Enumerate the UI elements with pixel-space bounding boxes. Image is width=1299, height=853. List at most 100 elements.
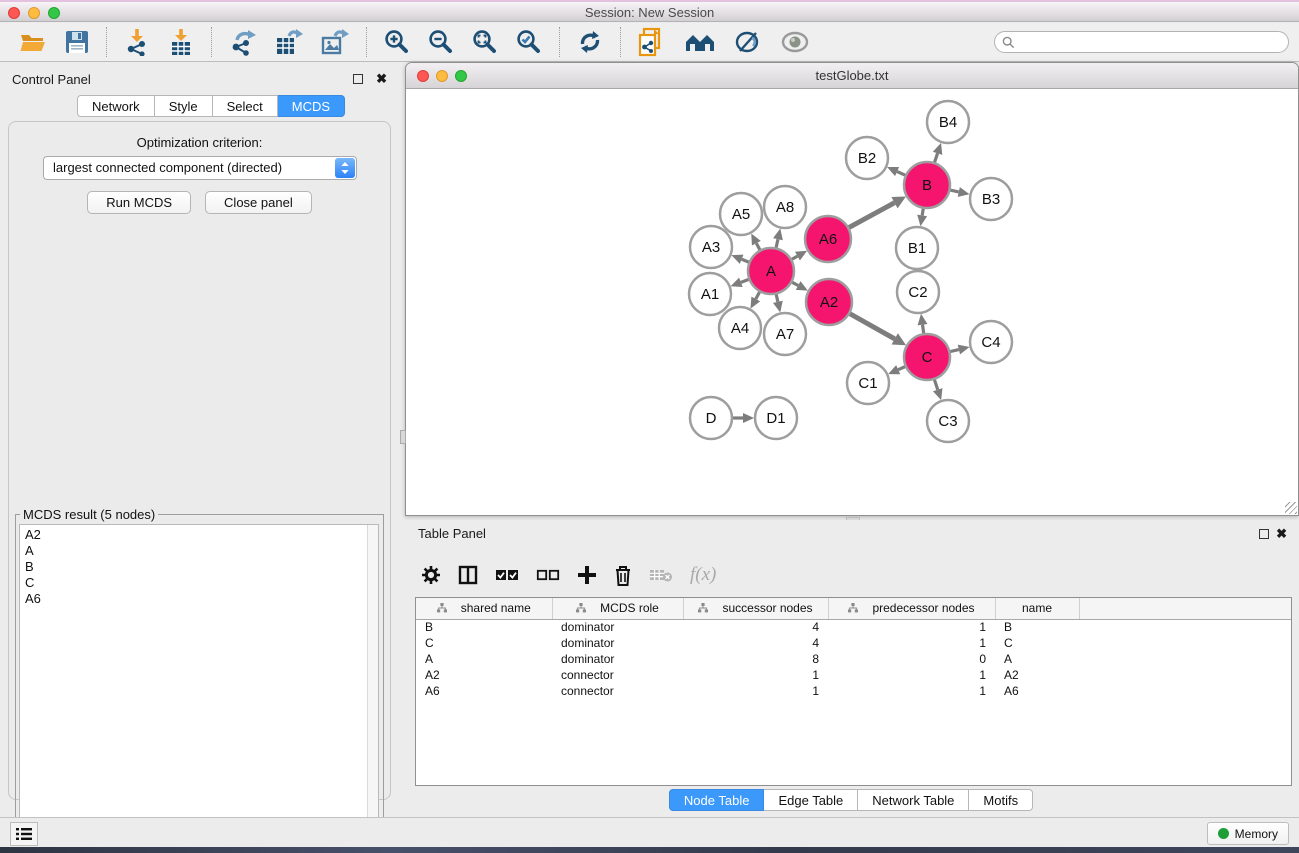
memory-button[interactable]: Memory	[1207, 822, 1289, 845]
open-file-icon[interactable]	[10, 25, 56, 59]
search-field[interactable]	[994, 31, 1289, 53]
first-neighbors-icon[interactable]	[675, 25, 725, 59]
result-item[interactable]: A6	[25, 591, 378, 607]
close-panel-icon[interactable]: ✖	[376, 71, 387, 87]
node-B4[interactable]: B4	[927, 101, 969, 143]
tab-network-table[interactable]: Network Table	[858, 789, 969, 811]
import-network-from-file-icon[interactable]	[115, 25, 159, 59]
node-C1[interactable]: C1	[847, 362, 889, 404]
edge-A-A5[interactable]	[756, 243, 760, 250]
float-panel-icon[interactable]	[353, 74, 363, 84]
network-graph[interactable]: B4B2BB3A8A5A6B1A3AA1C2A2A4A7C4CC1C3DD1	[407, 90, 1297, 515]
deselect-all-rows-icon[interactable]	[536, 568, 560, 582]
show-hide-styles-icon[interactable]	[725, 25, 771, 59]
edge-C-C1[interactable]	[898, 366, 906, 369]
zoom-out-icon[interactable]	[419, 25, 463, 59]
function-builder-icon[interactable]: f(x)	[690, 564, 716, 586]
criterion-dropdown[interactable]: largest connected component (directed)	[43, 156, 357, 180]
result-item[interactable]: B	[25, 559, 378, 575]
result-item[interactable]: A	[25, 543, 378, 559]
edge-A-A1[interactable]	[741, 279, 750, 282]
show-columns-icon[interactable]	[458, 565, 478, 585]
column-header-successor-nodes[interactable]: successor nodes	[683, 598, 828, 619]
node-B3[interactable]: B3	[970, 178, 1012, 220]
result-item[interactable]: C	[25, 575, 378, 591]
tab-network[interactable]: Network	[77, 95, 155, 117]
node-A4[interactable]: A4	[719, 307, 761, 349]
tab-mcds[interactable]: MCDS	[278, 95, 345, 117]
node-A8[interactable]: A8	[764, 186, 806, 228]
zoom-in-icon[interactable]	[375, 25, 419, 59]
network-canvas[interactable]: B4B2BB3A8A5A6B1A3AA1C2A2A4A7C4CC1C3DD1	[407, 90, 1297, 515]
node-A6[interactable]: A6	[805, 216, 851, 262]
tab-motifs[interactable]: Motifs	[969, 789, 1033, 811]
node-A1[interactable]: A1	[689, 273, 731, 315]
edge-A6-B[interactable]	[848, 203, 894, 228]
column-header-MCDS-role[interactable]: MCDS role	[552, 598, 683, 619]
edge-C-C2[interactable]	[923, 325, 924, 335]
vertical-splitter-grip[interactable]	[400, 430, 406, 444]
edge-A-A4[interactable]	[756, 291, 760, 299]
table-row[interactable]: Adominator80A	[416, 651, 1291, 667]
export-image-icon[interactable]	[312, 25, 358, 59]
column-header-name[interactable]: name	[995, 598, 1079, 619]
table-row[interactable]: A6connector11A6	[416, 683, 1291, 699]
node-C4[interactable]: C4	[970, 321, 1012, 363]
edge-B-B3[interactable]	[949, 190, 958, 192]
import-table-from-file-icon[interactable]	[159, 25, 203, 59]
node-B[interactable]: B	[904, 162, 950, 208]
column-header-predecessor-nodes[interactable]: predecessor nodes	[828, 598, 995, 619]
export-table-icon[interactable]	[266, 25, 312, 59]
column-settings-icon[interactable]	[421, 565, 441, 585]
window-resize-grip[interactable]	[1285, 502, 1297, 514]
node-D1[interactable]: D1	[755, 397, 797, 439]
zoom-fit-icon[interactable]	[463, 25, 507, 59]
node-A7[interactable]: A7	[764, 313, 806, 355]
float-table-panel-icon[interactable]	[1259, 529, 1269, 539]
delete-columns-icon[interactable]	[614, 565, 632, 586]
export-network-icon[interactable]	[220, 25, 266, 59]
node-C[interactable]: C	[904, 334, 950, 380]
edge-C-C3[interactable]	[934, 379, 938, 390]
task-history-button[interactable]	[10, 822, 38, 846]
node-A2[interactable]: A2	[806, 279, 852, 325]
node-D[interactable]: D	[690, 397, 732, 439]
network-window-titlebar[interactable]: testGlobe.txt	[406, 63, 1298, 89]
apply-layout-icon[interactable]	[568, 25, 612, 59]
edge-B-B2[interactable]	[897, 172, 906, 176]
node-A3[interactable]: A3	[690, 226, 732, 268]
create-column-icon[interactable]	[577, 565, 597, 585]
edge-B-B4[interactable]	[934, 153, 937, 163]
node-C2[interactable]: C2	[897, 271, 939, 313]
node-B1[interactable]: B1	[896, 227, 938, 269]
node-A5[interactable]: A5	[720, 193, 762, 235]
select-all-rows-icon[interactable]	[495, 568, 519, 582]
tab-edge-table[interactable]: Edge Table	[764, 789, 858, 811]
mcds-result-list[interactable]: A2ABCA6	[19, 524, 379, 852]
run-mcds-button[interactable]: Run MCDS	[87, 191, 191, 214]
node-C3[interactable]: C3	[927, 400, 969, 442]
node-table[interactable]: shared nameMCDS rolesuccessor nodesprede…	[415, 597, 1292, 786]
delete-table-icon[interactable]	[649, 567, 673, 583]
edge-C-C4[interactable]	[949, 350, 958, 352]
result-list-scrollbar[interactable]	[367, 525, 378, 851]
zoom-selected-icon[interactable]	[507, 25, 551, 59]
new-network-from-selection-icon[interactable]	[629, 25, 675, 59]
table-row[interactable]: Bdominator41B	[416, 619, 1291, 635]
node-A[interactable]: A	[748, 248, 794, 294]
save-session-icon[interactable]	[56, 25, 98, 59]
close-table-panel-icon[interactable]: ✖	[1276, 526, 1287, 542]
edge-A-A7[interactable]	[776, 293, 778, 301]
edge-A2-C[interactable]	[849, 313, 895, 339]
table-row[interactable]: Cdominator41C	[416, 635, 1291, 651]
table-row[interactable]: A2connector11A2	[416, 667, 1291, 683]
result-item[interactable]: A2	[25, 527, 378, 543]
column-header-shared-name[interactable]: shared name	[416, 598, 552, 619]
edge-A-A8[interactable]	[776, 239, 778, 248]
tab-node-table[interactable]: Node Table	[669, 789, 765, 811]
close-panel-button[interactable]: Close panel	[205, 191, 312, 214]
show-hide-graphics-details-icon[interactable]	[771, 25, 819, 59]
edge-A-A3[interactable]	[742, 259, 750, 262]
search-input[interactable]	[1019, 35, 1288, 49]
tab-style[interactable]: Style	[155, 95, 213, 117]
